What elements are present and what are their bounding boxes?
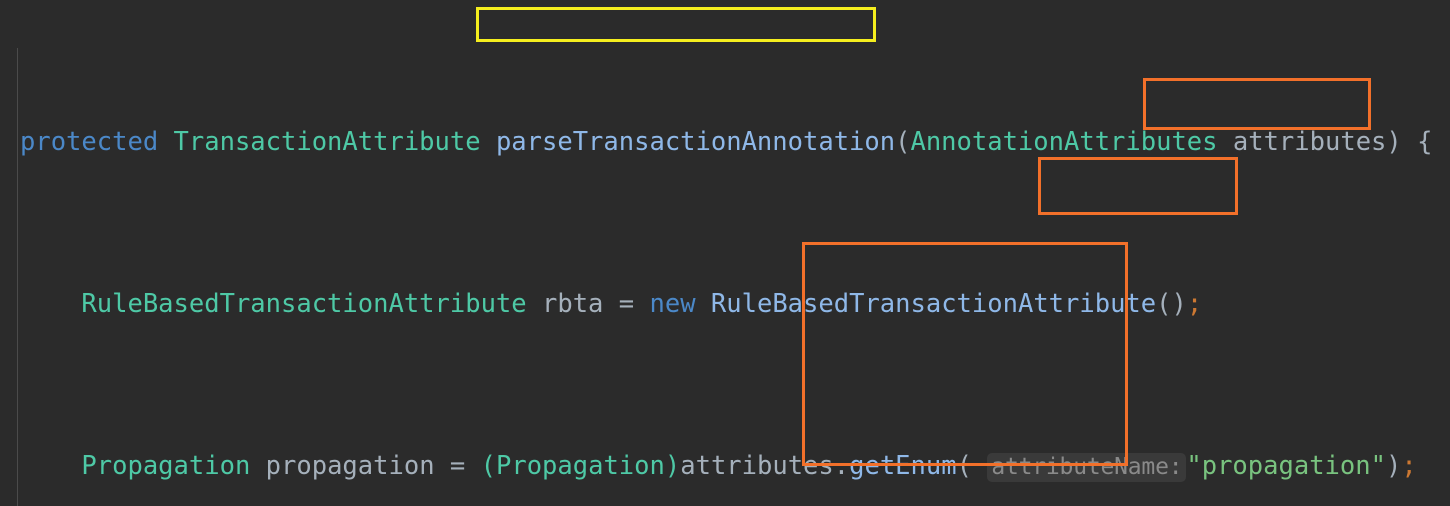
paren-open: ( [956,450,972,481]
constructor-rule-based-transaction-attribute: RuleBasedTransactionAttribute [710,288,1157,319]
code-content[interactable]: protected TransactionAttribute parseTran… [0,0,1450,506]
keyword-protected: protected [20,126,159,157]
code-line-2[interactable]: Propagation propagation = (Propagation)a… [0,446,1450,487]
semicolon: ; [1401,450,1417,481]
paren-open: ( [895,126,911,157]
paren-close: ) [1385,450,1402,481]
cast-propagation: (Propagation) [480,450,681,481]
code-line-1[interactable]: RuleBasedTransactionAttribute rbta = new… [0,284,1450,325]
code-editor-screenshot: protected TransactionAttribute parseTran… [0,0,1450,506]
type-propagation: Propagation [81,450,251,481]
code-line-0[interactable]: protected TransactionAttribute parseTran… [0,122,1450,163]
var-rbta: rbta [542,288,604,319]
operator-assign: = [449,450,466,481]
paren-close: ) [1386,126,1402,157]
param-hint-attribute-name: attributeName: [987,452,1187,482]
method-name-parse-transaction-annotation[interactable]: parseTransactionAnnotation [496,127,895,157]
type-rule-based-transaction-attribute: RuleBasedTransactionAttribute [81,288,527,319]
type-annotation-attributes: AnnotationAttributes [910,126,1218,157]
semicolon: ; [1186,288,1203,319]
obj-attributes: attributes [680,450,834,481]
var-propagation: propagation [265,450,435,481]
operator-assign: = [618,288,635,319]
type-transaction-attribute: TransactionAttribute [173,126,481,157]
brace-open: { [1417,126,1433,157]
param-attributes: attributes [1232,126,1387,157]
string-propagation: "propagation" [1186,450,1386,481]
ctor-parens: () [1156,288,1187,319]
keyword-new: new [649,288,696,319]
method-get-enum[interactable]: getEnum [849,451,956,481]
